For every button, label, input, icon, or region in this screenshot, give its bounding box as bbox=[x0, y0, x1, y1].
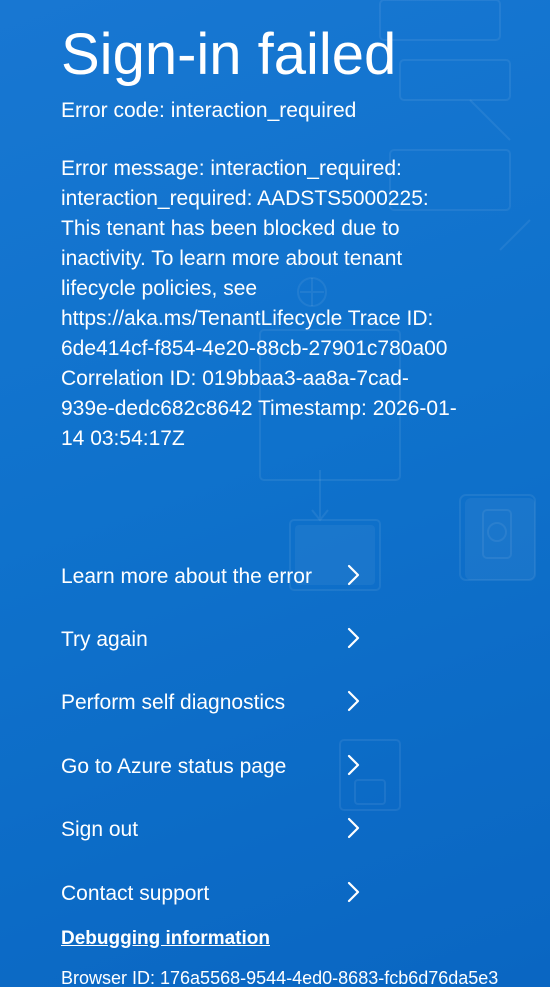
debugging-information-link[interactable]: Debugging information bbox=[61, 927, 270, 951]
sign-out-link[interactable]: Sign out bbox=[61, 799, 371, 862]
chevron-right-icon bbox=[347, 691, 360, 712]
page-title: Sign-in failed bbox=[61, 22, 397, 87]
chevron-right-icon bbox=[347, 754, 360, 775]
action-label: Contact support bbox=[61, 881, 210, 905]
learn-more-link[interactable]: Learn more about the error bbox=[61, 545, 371, 608]
action-label: Try again bbox=[61, 628, 148, 652]
try-again-link[interactable]: Try again bbox=[61, 608, 371, 671]
chevron-right-icon bbox=[347, 627, 360, 649]
error-code-text: Error code: interaction_required bbox=[61, 99, 357, 122]
action-list: Learn more about the error Try again Per… bbox=[61, 545, 371, 925]
action-label: Learn more about the error bbox=[61, 564, 312, 588]
chevron-right-icon bbox=[347, 881, 360, 902]
self-diagnostics-link[interactable]: Perform self diagnostics bbox=[61, 672, 371, 735]
chevron-right-icon bbox=[347, 564, 360, 585]
chevron-right-icon bbox=[347, 818, 360, 839]
action-label: Go to Azure status page bbox=[61, 754, 287, 778]
azure-status-link[interactable]: Go to Azure status page bbox=[61, 735, 371, 798]
error-message-text: Error message: interaction_required: int… bbox=[61, 157, 457, 450]
action-label: Perform self diagnostics bbox=[61, 691, 286, 715]
browser-id-text: Browser ID: 176a5568-9544-4ed0-8683-fcb6… bbox=[61, 968, 499, 987]
action-label: Sign out bbox=[61, 818, 139, 842]
contact-support-link[interactable]: Contact support bbox=[61, 862, 371, 925]
